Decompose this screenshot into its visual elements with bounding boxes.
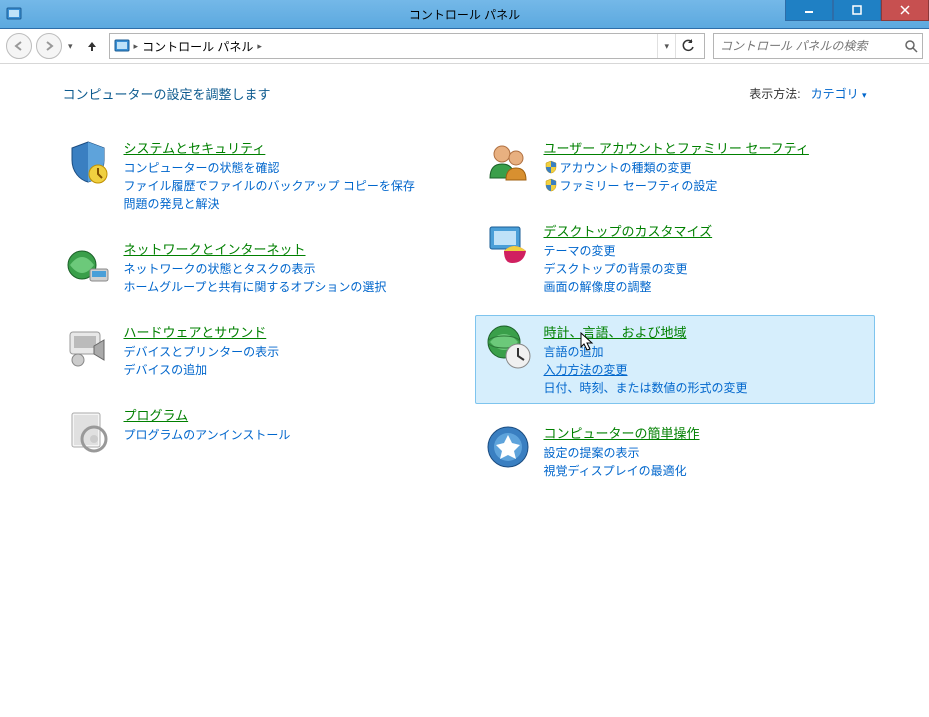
chevron-right-icon[interactable]: ▸ bbox=[257, 41, 262, 52]
category-text: プログラムプログラムのアンインストール bbox=[124, 405, 446, 444]
category-icon bbox=[64, 138, 112, 186]
category-title[interactable]: ユーザー アカウントとファミリー セーフティ bbox=[544, 138, 866, 157]
view-by: 表示方法: カテゴリ ▾ bbox=[749, 85, 866, 102]
titlebar: コントロール パネル bbox=[0, 0, 929, 29]
category-icon bbox=[64, 239, 112, 287]
category-icon bbox=[484, 423, 532, 471]
category-link[interactable]: ファイル履歴でファイルのバックアップ コピーを保存 bbox=[124, 177, 446, 195]
control-panel-icon bbox=[6, 6, 22, 22]
maximize-button[interactable] bbox=[833, 0, 881, 21]
category-link[interactable]: デスクトップの背景の変更 bbox=[544, 260, 866, 278]
category-title[interactable]: 時計、言語、および地域 bbox=[544, 322, 866, 341]
shield-icon bbox=[544, 178, 558, 192]
shield-icon bbox=[544, 160, 558, 174]
category-item[interactable]: ハードウェアとサウンドデバイスとプリンターの表示デバイスの追加 bbox=[55, 315, 455, 386]
category-icon bbox=[64, 405, 112, 453]
category-item[interactable]: ユーザー アカウントとファミリー セーフティアカウントの種類の変更ファミリー セ… bbox=[475, 131, 875, 202]
category-link[interactable]: アカウントの種類の変更 bbox=[544, 159, 866, 177]
category-title[interactable]: ハードウェアとサウンド bbox=[124, 322, 446, 341]
category-link[interactable]: 設定の提案の表示 bbox=[544, 444, 866, 462]
page-title: コンピューターの設定を調整します bbox=[63, 84, 271, 103]
forward-button[interactable] bbox=[36, 33, 62, 59]
category-link[interactable]: 視覚ディスプレイの最適化 bbox=[544, 462, 866, 480]
navbar: ▾ ▸ コントロール パネル ▸ ▾ bbox=[0, 29, 929, 64]
chevron-down-icon: ▾ bbox=[862, 90, 867, 100]
address-dropdown-icon[interactable]: ▾ bbox=[657, 34, 675, 58]
view-by-dropdown[interactable]: カテゴリ ▾ bbox=[811, 87, 867, 101]
category-icon bbox=[64, 322, 112, 370]
category-link[interactable]: デバイスとプリンターの表示 bbox=[124, 343, 446, 361]
category-item[interactable]: 時計、言語、および地域言語の追加入力方法の変更日付、時刻、または数値の形式の変更 bbox=[475, 315, 875, 404]
category-text: デスクトップのカスタマイズテーマの変更デスクトップの背景の変更画面の解像度の調整 bbox=[544, 221, 866, 296]
category-item[interactable]: コンピューターの簡単操作設定の提案の表示視覚ディスプレイの最適化 bbox=[475, 416, 875, 487]
category-text: ユーザー アカウントとファミリー セーフティアカウントの種類の変更ファミリー セ… bbox=[544, 138, 866, 195]
category-title[interactable]: プログラム bbox=[124, 405, 446, 424]
category-link[interactable]: デバイスの追加 bbox=[124, 361, 446, 379]
category-link[interactable]: ネットワークの状態とタスクの表示 bbox=[124, 260, 446, 278]
close-button[interactable] bbox=[881, 0, 929, 21]
refresh-button[interactable] bbox=[675, 34, 700, 58]
category-item[interactable]: プログラムプログラムのアンインストール bbox=[55, 398, 455, 460]
category-link[interactable]: 言語の追加 bbox=[544, 343, 866, 361]
search-input[interactable] bbox=[718, 38, 904, 54]
category-item[interactable]: ネットワークとインターネットネットワークの状態とタスクの表示ホームグループと共有… bbox=[55, 232, 455, 303]
content-header: コンピューターの設定を調整します 表示方法: カテゴリ ▾ bbox=[55, 84, 875, 103]
category-link[interactable]: 問題の発見と解決 bbox=[124, 195, 446, 213]
category-icon bbox=[484, 322, 532, 370]
breadcrumb-icon bbox=[114, 38, 130, 54]
breadcrumb[interactable]: コントロール パネル bbox=[138, 38, 257, 55]
history-dropdown-icon[interactable]: ▾ bbox=[66, 41, 75, 52]
category-item[interactable]: デスクトップのカスタマイズテーマの変更デスクトップの背景の変更画面の解像度の調整 bbox=[475, 214, 875, 303]
category-icon bbox=[484, 138, 532, 186]
category-link[interactable]: コンピューターの状態を確認 bbox=[124, 159, 446, 177]
category-title[interactable]: システムとセキュリティ bbox=[124, 138, 446, 157]
categories: システムとセキュリティコンピューターの状態を確認ファイル履歴でファイルのバックア… bbox=[55, 131, 875, 487]
category-link[interactable]: ファミリー セーフティの設定 bbox=[544, 177, 866, 195]
category-link[interactable]: 入力方法の変更 bbox=[544, 361, 866, 379]
back-button[interactable] bbox=[6, 33, 32, 59]
window-buttons bbox=[785, 0, 929, 28]
category-link[interactable]: ホームグループと共有に関するオプションの選択 bbox=[124, 278, 446, 296]
category-link[interactable]: テーマの変更 bbox=[544, 242, 866, 260]
category-title[interactable]: ネットワークとインターネット bbox=[124, 239, 446, 258]
category-link[interactable]: プログラムのアンインストール bbox=[124, 426, 446, 444]
category-title[interactable]: コンピューターの簡単操作 bbox=[544, 423, 866, 442]
category-text: 時計、言語、および地域言語の追加入力方法の変更日付、時刻、または数値の形式の変更 bbox=[544, 322, 866, 397]
category-text: ハードウェアとサウンドデバイスとプリンターの表示デバイスの追加 bbox=[124, 322, 446, 379]
minimize-button[interactable] bbox=[785, 0, 833, 21]
content: コンピューターの設定を調整します 表示方法: カテゴリ ▾ システムとセキュリテ… bbox=[0, 64, 929, 717]
view-by-label: 表示方法: bbox=[749, 87, 800, 101]
address-bar[interactable]: ▸ コントロール パネル ▸ ▾ bbox=[109, 33, 705, 59]
up-button[interactable] bbox=[79, 39, 105, 53]
category-link[interactable]: 日付、時刻、または数値の形式の変更 bbox=[544, 379, 866, 397]
category-text: ネットワークとインターネットネットワークの状態とタスクの表示ホームグループと共有… bbox=[124, 239, 446, 296]
search-icon[interactable] bbox=[904, 39, 918, 53]
category-title[interactable]: デスクトップのカスタマイズ bbox=[544, 221, 866, 240]
category-text: コンピューターの簡単操作設定の提案の表示視覚ディスプレイの最適化 bbox=[544, 423, 866, 480]
category-icon bbox=[484, 221, 532, 269]
category-link[interactable]: 画面の解像度の調整 bbox=[544, 278, 866, 296]
search-box[interactable] bbox=[713, 33, 923, 59]
category-item[interactable]: システムとセキュリティコンピューターの状態を確認ファイル履歴でファイルのバックア… bbox=[55, 131, 455, 220]
category-text: システムとセキュリティコンピューターの状態を確認ファイル履歴でファイルのバックア… bbox=[124, 138, 446, 213]
